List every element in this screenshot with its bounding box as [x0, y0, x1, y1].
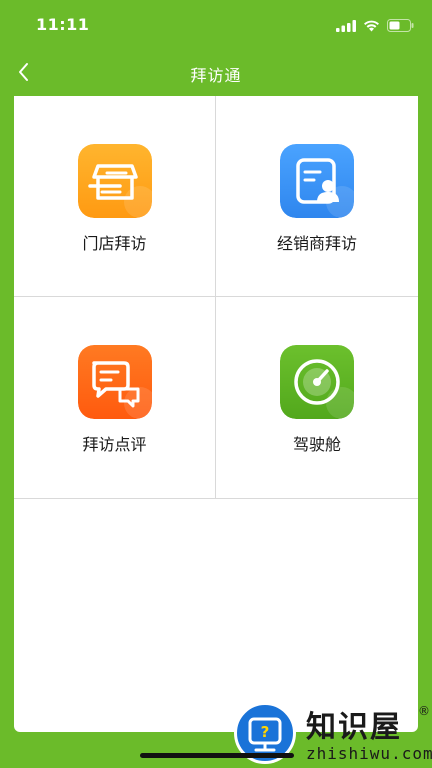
battery-icon: [387, 17, 414, 36]
comment-icon: [77, 345, 152, 419]
storefront-icon: [77, 144, 152, 218]
dealer-card-icon: [280, 144, 354, 218]
tile-label: 拜访点评: [82, 435, 147, 454]
svg-text:?: ?: [261, 723, 270, 741]
tile-store-visit[interactable]: 门店拜访: [14, 96, 216, 297]
gauge-icon: [280, 345, 354, 419]
tile-dealer-visit[interactable]: 经销商拜访: [216, 96, 418, 297]
tile-label: 经销商拜访: [276, 234, 357, 253]
signal-icon: [336, 17, 356, 36]
watermark-title: 知识屋: [306, 710, 402, 745]
status-bar: 11:11: [0, 0, 432, 50]
status-icons: [336, 17, 414, 36]
status-time: 11:11: [36, 15, 90, 34]
nav-bar: 拜访通: [0, 52, 432, 96]
tile-label: 门店拜访: [82, 234, 147, 253]
watermark-url: zhishiwu.com: [306, 744, 432, 763]
page-title: 拜访通: [190, 66, 242, 85]
tile-visit-review[interactable]: 拜访点评: [14, 297, 216, 498]
watermark-registered-mark: ®: [418, 704, 430, 718]
tile-cockpit[interactable]: 驾驶舱: [216, 297, 418, 498]
wifi-icon: [363, 17, 380, 36]
tile-label: 驾驶舱: [292, 435, 341, 454]
home-indicator[interactable]: [140, 753, 294, 758]
menu-grid: 门店拜访 经销商拜访 拜访点评 驾驶舱: [14, 96, 418, 499]
menu-card: 门店拜访 经销商拜访 拜访点评 驾驶舱: [14, 96, 418, 732]
